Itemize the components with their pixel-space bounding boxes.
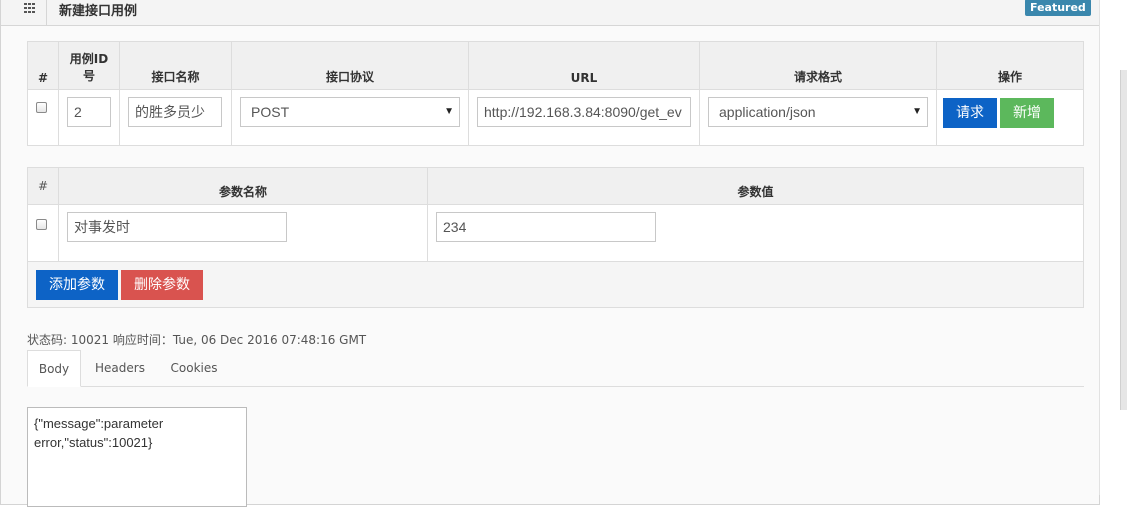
case-row-select-cell bbox=[27, 89, 59, 146]
format-value: application/json bbox=[719, 103, 816, 120]
col-name: 接口名称 bbox=[119, 41, 232, 90]
col-actions: 操作 bbox=[936, 41, 1084, 90]
featured-badge: Featured bbox=[1025, 0, 1091, 16]
url-input[interactable]: http://192.168.3.84:8090/get_ev bbox=[477, 96, 691, 127]
col-case-id-label: 用例ID号 bbox=[69, 52, 109, 83]
case-table: # 用例ID号 接口名称 接口协议 URL 请求格式 操作 2 的胜多员少 PO… bbox=[27, 41, 1084, 146]
tab-cookies[interactable]: Cookies bbox=[164, 350, 224, 387]
case-id-cell: 2 bbox=[58, 89, 120, 146]
case-name-cell: 的胜多员少 bbox=[119, 89, 232, 146]
param-row-select-cell bbox=[27, 204, 59, 262]
response-body[interactable]: {"message":parameter error,"status":1002… bbox=[27, 407, 247, 507]
panel-header: 新建接口用例 Featured bbox=[1, 0, 1099, 26]
col-protocol: 接口协议 bbox=[231, 41, 469, 90]
chevron-down-icon: ▼ bbox=[912, 105, 922, 117]
param-row: 对事发时 234 bbox=[27, 204, 1084, 262]
param-table: # 参数名称 参数值 对事发时 234 bbox=[27, 167, 1084, 262]
tab-headers[interactable]: Headers bbox=[88, 350, 152, 387]
grid-icon bbox=[24, 3, 36, 13]
url-cell: http://192.168.3.84:8090/get_ev bbox=[468, 89, 700, 146]
case-row-checkbox[interactable] bbox=[36, 101, 47, 113]
protocol-cell: POST ▼ bbox=[231, 89, 469, 146]
response-status-line: 状态码: 10021 响应时间：Tue, 06 Dec 2016 07:48:1… bbox=[27, 333, 367, 347]
scrollbar[interactable] bbox=[1120, 70, 1127, 410]
param-name-input[interactable]: 对事发时 bbox=[67, 212, 287, 242]
delete-param-button[interactable]: 删除参数 bbox=[121, 270, 203, 300]
param-value-cell: 234 bbox=[427, 204, 1084, 262]
request-button[interactable]: 请求 bbox=[943, 98, 997, 128]
chevron-down-icon: ▼ bbox=[444, 105, 454, 117]
case-row: 2 的胜多员少 POST ▼ http://192.168.3.84:8090/… bbox=[27, 89, 1084, 146]
panel-title: 新建接口用例 bbox=[59, 4, 138, 19]
protocol-value: POST bbox=[251, 103, 290, 120]
param-row-checkbox[interactable] bbox=[36, 219, 47, 230]
col-index: # bbox=[27, 41, 59, 90]
case-table-header: # 用例ID号 接口名称 接口协议 URL 请求格式 操作 bbox=[27, 41, 1084, 90]
case-id-input[interactable]: 2 bbox=[67, 96, 111, 127]
col-format: 请求格式 bbox=[699, 41, 937, 90]
protocol-select[interactable]: POST ▼ bbox=[240, 96, 460, 127]
param-value-input[interactable]: 234 bbox=[436, 212, 656, 242]
param-table-header: # 参数名称 参数值 bbox=[27, 167, 1084, 205]
col-url: URL bbox=[468, 41, 700, 90]
format-cell: application/json ▼ bbox=[699, 89, 937, 146]
format-select[interactable]: application/json ▼ bbox=[708, 96, 928, 127]
col-param-value: 参数值 bbox=[427, 167, 1084, 205]
param-name-cell: 对事发时 bbox=[58, 204, 428, 262]
col-case-id: 用例ID号 bbox=[58, 41, 120, 90]
add-param-button[interactable]: 添加参数 bbox=[36, 270, 118, 300]
add-case-button[interactable]: 新增 bbox=[1000, 98, 1054, 128]
case-name-input[interactable]: 的胜多员少 bbox=[128, 96, 222, 127]
tab-body[interactable]: Body bbox=[27, 350, 81, 387]
col-param-index: # bbox=[27, 167, 59, 205]
col-param-name: 参数名称 bbox=[58, 167, 428, 205]
header-divider bbox=[46, 0, 47, 25]
